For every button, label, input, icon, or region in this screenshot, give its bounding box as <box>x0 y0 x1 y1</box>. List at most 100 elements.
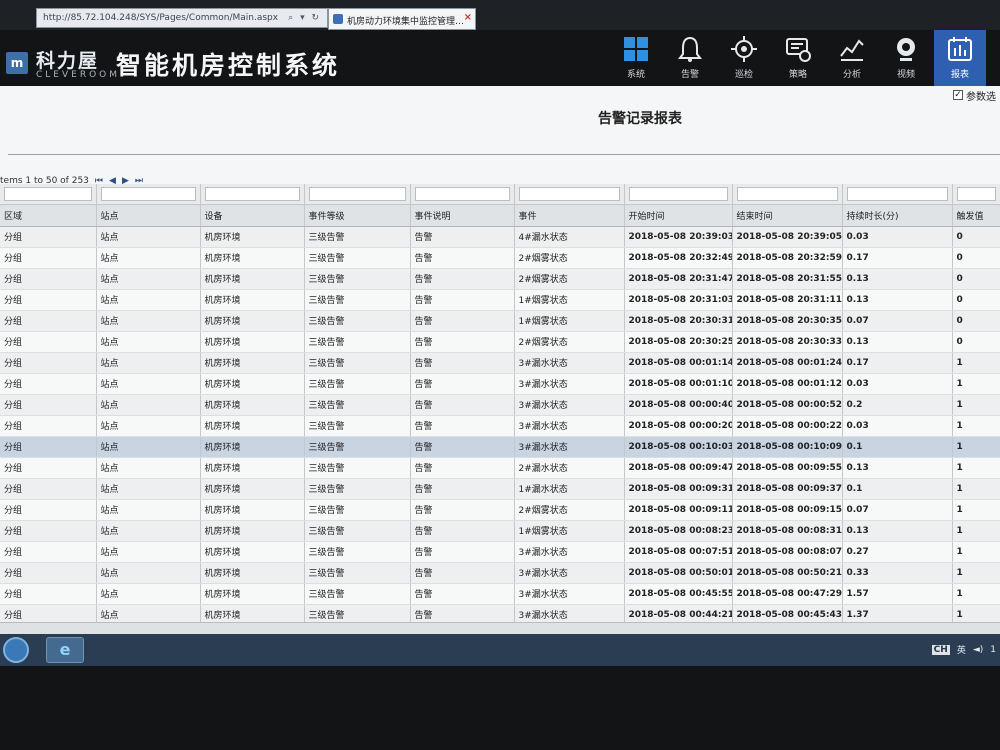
tray-volume-icon[interactable]: ◄) <box>973 645 983 655</box>
tray-indicator[interactable]: 1 <box>990 645 996 655</box>
table-cell: 告警 <box>410 499 515 521</box>
table-cell: 0.2 <box>842 394 953 416</box>
filter-cell[interactable] <box>732 184 843 205</box>
param-checkbox[interactable]: ✓ 参数选 <box>953 86 996 104</box>
column-header[interactable]: 事件 <box>514 204 625 227</box>
address-bar[interactable]: http://85.72.104.248/SYS/Pages/Common/Ma… <box>36 8 328 28</box>
column-header[interactable]: 开始时间 <box>624 204 733 227</box>
table-row[interactable]: 分组 站点 机房环境 三级告警 告警 2#漏水状态 2018-05-08 00:09:47 2… <box>0 457 1000 479</box>
table-cell: 分组 <box>0 415 97 437</box>
filter-row <box>0 184 1000 205</box>
filter-cell[interactable] <box>96 184 201 205</box>
table-cell: 机房环境 <box>200 457 305 479</box>
table-row[interactable]: 分组 站点 机房环境 三级告警 告警 1#烟雾状态 2018-05-08 20:30:31 2… <box>0 310 1000 332</box>
column-header[interactable]: 触发值 <box>952 204 1000 227</box>
column-header[interactable]: 区域 <box>0 204 97 227</box>
nav-report[interactable]: 报表 <box>934 30 986 86</box>
table-cell: 2018-05-08 00:09:37 <box>732 478 843 500</box>
start-button-icon[interactable] <box>3 637 29 663</box>
table-row[interactable]: 分组 站点 机房环境 三级告警 告警 3#漏水状态 2018-05-08 00:00:40 2… <box>0 394 1000 416</box>
nav-system[interactable]: 系统 <box>610 30 662 86</box>
table-cell: 3#漏水状态 <box>514 562 625 584</box>
tray-ime[interactable]: 英 <box>957 643 966 656</box>
nav-video[interactable]: 视频 <box>880 30 932 86</box>
table-row[interactable]: 分组 站点 机房环境 三级告警 告警 3#漏水状态 2018-05-08 00:50:01 2… <box>0 562 1000 584</box>
table-cell: 1 <box>952 415 1000 437</box>
table-cell: 1 <box>952 562 1000 584</box>
filter-cell[interactable] <box>0 184 97 205</box>
filter-cell[interactable] <box>200 184 305 205</box>
internet-explorer-icon[interactable]: e <box>46 637 84 663</box>
monitor-bezel <box>0 666 1000 750</box>
header-row: 区域 站点 设备 事件等级 事件说明 事件 开始时间 结束时间 持续时长(分) 触发值 <box>0 204 1000 227</box>
table-cell: 0 <box>952 268 1000 290</box>
table-cell: 0.17 <box>842 247 953 269</box>
filter-cell[interactable] <box>304 184 411 205</box>
table-cell: 站点 <box>96 541 201 563</box>
table-row[interactable]: 分组 站点 机房环境 三级告警 告警 4#漏水状态 2018-05-08 20:39:03 2… <box>0 226 1000 248</box>
table-row[interactable]: 分组 站点 机房环境 三级告警 告警 3#漏水状态 2018-05-08 00:07:51 2… <box>0 541 1000 563</box>
nav-alarm[interactable]: 告警 <box>664 30 716 86</box>
table-cell: 站点 <box>96 499 201 521</box>
column-header[interactable]: 站点 <box>96 204 201 227</box>
filter-cell[interactable] <box>952 184 1000 205</box>
table-row[interactable]: 分组 站点 机房环境 三级告警 告警 3#漏水状态 2018-05-08 00:45:55 2… <box>0 583 1000 605</box>
table-row[interactable]: 分组 站点 机房环境 三级告警 告警 1#漏水状态 2018-05-08 00:09:31 2… <box>0 478 1000 500</box>
nav-inspection[interactable]: 巡检 <box>718 30 770 86</box>
browser-tab[interactable]: 机房动力环境集中监控管理… × <box>328 8 476 30</box>
table-cell: 1 <box>952 499 1000 521</box>
table-cell: 机房环境 <box>200 583 305 605</box>
table-row[interactable]: 分组 站点 机房环境 三级告警 告警 1#烟雾状态 2018-05-08 00:08:23 2… <box>0 520 1000 542</box>
table-cell: 机房环境 <box>200 226 305 248</box>
checkbox-checked-icon[interactable]: ✓ <box>953 90 963 100</box>
table-row[interactable]: 分组 站点 机房环境 三级告警 告警 2#烟雾状态 2018-05-08 20:31:47 2… <box>0 268 1000 290</box>
app-header: m 科力屋 CLEVEROOM 智能机房控制系统 系统 告警 巡检 策略 分析 … <box>0 30 1000 86</box>
table-cell: 分组 <box>0 457 97 479</box>
table-row[interactable]: 分组 站点 机房环境 三级告警 告警 2#烟雾状态 2018-05-08 20:32:49 2… <box>0 247 1000 269</box>
nav-policy[interactable]: 策略 <box>772 30 824 86</box>
table-cell: 站点 <box>96 478 201 500</box>
browser-tab-strip: http://85.72.104.248/SYS/Pages/Common/Ma… <box>0 0 1000 30</box>
nav-analysis[interactable]: 分析 <box>826 30 878 86</box>
filter-cell[interactable] <box>624 184 733 205</box>
filter-cell[interactable] <box>842 184 953 205</box>
filter-cell[interactable] <box>410 184 515 205</box>
nav-analysis-label: 分析 <box>842 70 861 80</box>
table-cell: 机房环境 <box>200 415 305 437</box>
table-cell: 分组 <box>0 373 97 395</box>
tray-language[interactable]: CH <box>931 644 950 655</box>
column-header[interactable]: 事件说明 <box>410 204 515 227</box>
table-cell: 3#漏水状态 <box>514 436 625 458</box>
table-row[interactable]: 分组 站点 机房环境 三级告警 告警 2#烟雾状态 2018-05-08 20:30:25 2… <box>0 331 1000 353</box>
table-cell: 三级告警 <box>304 562 411 584</box>
table-cell: 三级告警 <box>304 310 411 332</box>
column-header[interactable]: 结束时间 <box>732 204 843 227</box>
table-cell: 2018-05-08 00:09:11 <box>624 499 733 521</box>
tab-close-icon[interactable]: × <box>464 12 472 23</box>
table-cell: 0 <box>952 247 1000 269</box>
table-cell: 0 <box>952 310 1000 332</box>
table-cell: 0.03 <box>842 226 953 248</box>
table-cell: 1 <box>952 394 1000 416</box>
horizontal-scrollbar[interactable] <box>0 622 1000 634</box>
table-cell: 三级告警 <box>304 583 411 605</box>
table-row[interactable]: 分组 站点 机房环境 三级告警 告警 2#烟雾状态 2018-05-08 00:09:11 2… <box>0 499 1000 521</box>
table-row[interactable]: 分组 站点 机房环境 三级告警 告警 1#烟雾状态 2018-05-08 20:31:03 2… <box>0 289 1000 311</box>
table-cell: 1#烟雾状态 <box>514 310 625 332</box>
filter-cell[interactable] <box>514 184 625 205</box>
report-icon <box>948 37 972 61</box>
table-cell: 机房环境 <box>200 520 305 542</box>
table-cell: 分组 <box>0 268 97 290</box>
address-tools[interactable]: ⌕ ▾ ↻ <box>288 13 321 23</box>
table-cell: 告警 <box>410 373 515 395</box>
table-cell: 0.17 <box>842 352 953 374</box>
column-header[interactable]: 持续时长(分) <box>842 204 953 227</box>
table-row[interactable]: 分组 站点 机房环境 三级告警 告警 3#漏水状态 2018-05-08 00:10:03 2… <box>0 436 1000 458</box>
table-row[interactable]: 分组 站点 机房环境 三级告警 告警 3#漏水状态 2018-05-08 00:01:14 2… <box>0 352 1000 374</box>
table-cell: 0 <box>952 289 1000 311</box>
table-cell: 机房环境 <box>200 373 305 395</box>
column-header[interactable]: 设备 <box>200 204 305 227</box>
column-header[interactable]: 事件等级 <box>304 204 411 227</box>
table-row[interactable]: 分组 站点 机房环境 三级告警 告警 3#漏水状态 2018-05-08 00:00:20 2… <box>0 415 1000 437</box>
table-row[interactable]: 分组 站点 机房环境 三级告警 告警 3#漏水状态 2018-05-08 00:01:10 2… <box>0 373 1000 395</box>
